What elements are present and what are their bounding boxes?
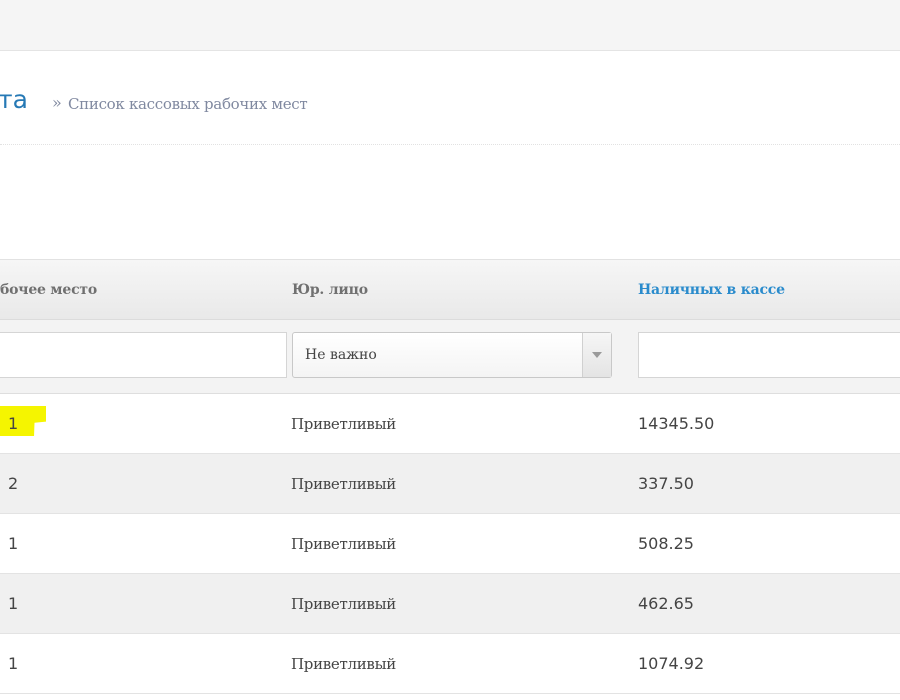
breadcrumb-separator: »: [52, 93, 62, 112]
top-navbar: [0, 0, 900, 51]
cell-legal-entity: Приветливый: [291, 415, 396, 433]
page-title: та: [0, 85, 28, 114]
cell-cash: 1074.92: [638, 654, 705, 673]
table-header: бочее место Юр. лицо Наличных в кассе: [0, 259, 900, 320]
column-header-legal-entity[interactable]: Юр. лицо: [292, 280, 368, 300]
page-header: та » Список кассовых рабочих мест: [0, 51, 900, 145]
cell-cash: 508.25: [638, 534, 694, 553]
highlight-marker: [0, 406, 46, 436]
chevron-down-icon: [592, 352, 602, 358]
workplace-filter-input[interactable]: [0, 332, 287, 378]
table-row[interactable]: 1 Приветливый 462.65: [0, 574, 900, 634]
cash-workplaces-table: бочее место Юр. лицо Наличных в кассе Не…: [0, 259, 900, 694]
column-header-cash[interactable]: Наличных в кассе: [638, 280, 785, 300]
cell-cash: 462.65: [638, 594, 694, 613]
cell-legal-entity: Приветливый: [291, 535, 396, 553]
select-value: Не важно: [305, 347, 377, 363]
table-row[interactable]: 2 Приветливый 337.50: [0, 454, 900, 514]
cell-legal-entity: Приветливый: [291, 475, 396, 493]
table-row[interactable]: 1 Приветливый 1074.92: [0, 634, 900, 694]
column-header-workplace[interactable]: бочее место: [0, 280, 97, 300]
cell-workplace: 2: [8, 474, 19, 493]
cell-cash: 14345.50: [638, 414, 715, 433]
cell-workplace: 1: [8, 534, 19, 553]
filter-row: Не важно: [0, 320, 900, 394]
cash-filter-input[interactable]: [638, 332, 900, 378]
table-row[interactable]: 1 Приветливый 508.25: [0, 514, 900, 574]
table-row[interactable]: 1 Приветливый 14345.50: [0, 394, 900, 454]
cell-legal-entity: Приветливый: [291, 655, 396, 673]
cell-cash: 337.50: [638, 474, 694, 493]
cell-workplace: 1: [8, 594, 19, 613]
cell-workplace: 1: [8, 654, 19, 673]
select-arrow-button[interactable]: [582, 333, 611, 377]
legal-entity-filter-select[interactable]: Не важно: [292, 332, 612, 378]
breadcrumb-current: Список кассовых рабочих мест: [68, 95, 308, 113]
cell-legal-entity: Приветливый: [291, 595, 396, 613]
cell-workplace: 1: [8, 414, 19, 433]
